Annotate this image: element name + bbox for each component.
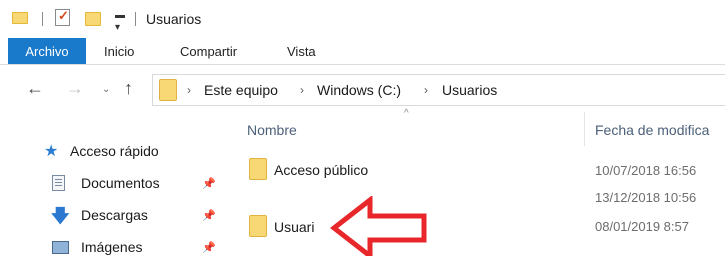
file-name: Usuari	[274, 219, 315, 235]
chevron-right-icon[interactable]: ›	[300, 83, 304, 97]
recent-locations-icon[interactable]: ⌄	[102, 84, 110, 95]
pin-icon: 📌	[202, 242, 216, 254]
ribbon-divider	[0, 64, 725, 65]
file-date: 13/12/2018 10:56	[595, 190, 697, 205]
sidebar-item-documentos[interactable]: Documentos 📌	[52, 174, 217, 194]
title-bar: ✓ ▬ ▾ Usuarios	[0, 0, 725, 36]
red-arrow-annotation	[330, 196, 427, 256]
back-arrow-icon[interactable]: ←	[26, 78, 44, 99]
folder-icon	[249, 158, 267, 180]
breadcrumb-windows-c[interactable]: Windows (C:)	[317, 82, 401, 98]
document-icon	[52, 175, 65, 191]
breadcrumb-usuarios[interactable]: Usuarios	[442, 82, 497, 98]
separator	[135, 12, 136, 26]
chevron-right-icon[interactable]: ›	[187, 83, 191, 97]
customize-toolbar-icon[interactable]: ▬ ▾	[115, 10, 125, 34]
list-item[interactable]: 13/12/2018 10:56	[240, 184, 725, 208]
sidebar-item-label: Descargas	[81, 207, 148, 223]
sort-ascending-icon: ^	[404, 108, 409, 119]
file-date: 10/07/2018 16:56	[595, 163, 697, 178]
tab-archivo[interactable]: Archivo	[8, 38, 86, 64]
tab-vista[interactable]: Vista	[287, 44, 316, 59]
list-item[interactable]: Acceso público 10/07/2018 16:56	[240, 156, 725, 182]
sidebar-item-label: Acceso rápido	[70, 143, 159, 159]
breadcrumb-este-equipo[interactable]: Este equipo	[204, 82, 278, 98]
window-title: Usuarios	[146, 11, 202, 27]
tab-inicio[interactable]: Inicio	[104, 44, 134, 59]
file-date: 08/01/2019 8:57	[595, 219, 689, 234]
properties-check-icon[interactable]: ✓	[55, 8, 70, 26]
forward-arrow-icon[interactable]: →	[66, 78, 84, 99]
folder-icon	[159, 79, 177, 101]
sidebar-item-label: Documentos	[81, 175, 160, 191]
download-arrow-icon: 🡇	[51, 206, 70, 226]
sidebar-item-acceso-rapido[interactable]: ★ Acceso rápido	[44, 142, 204, 162]
new-folder-icon[interactable]	[85, 12, 101, 26]
column-header-name[interactable]: Nombre	[247, 122, 297, 138]
tab-compartir[interactable]: Compartir	[180, 44, 237, 59]
file-name: Acceso público	[274, 162, 369, 178]
sidebar-item-imagenes[interactable]: Imágenes 📌	[52, 238, 217, 258]
up-arrow-icon[interactable]: ↑	[124, 78, 133, 99]
chevron-right-icon[interactable]: ›	[424, 83, 428, 97]
folder-icon	[12, 12, 28, 24]
sidebar-item-label: Imágenes	[81, 239, 143, 255]
image-icon	[52, 241, 69, 254]
pin-icon: 📌	[202, 210, 216, 222]
pin-icon: 📌	[202, 178, 216, 190]
sidebar-item-descargas[interactable]: 🡇 Descargas 📌	[51, 206, 217, 226]
star-icon: ★	[44, 143, 59, 160]
column-divider[interactable]	[584, 112, 585, 146]
address-bar[interactable]: › Este equipo › Windows (C:) › Usuarios	[152, 74, 725, 106]
list-item[interactable]: Usuari 08/01/2019 8:57	[240, 211, 725, 241]
column-header-date[interactable]: Fecha de modifica	[595, 122, 709, 138]
folder-icon	[249, 215, 267, 237]
separator	[42, 12, 43, 26]
